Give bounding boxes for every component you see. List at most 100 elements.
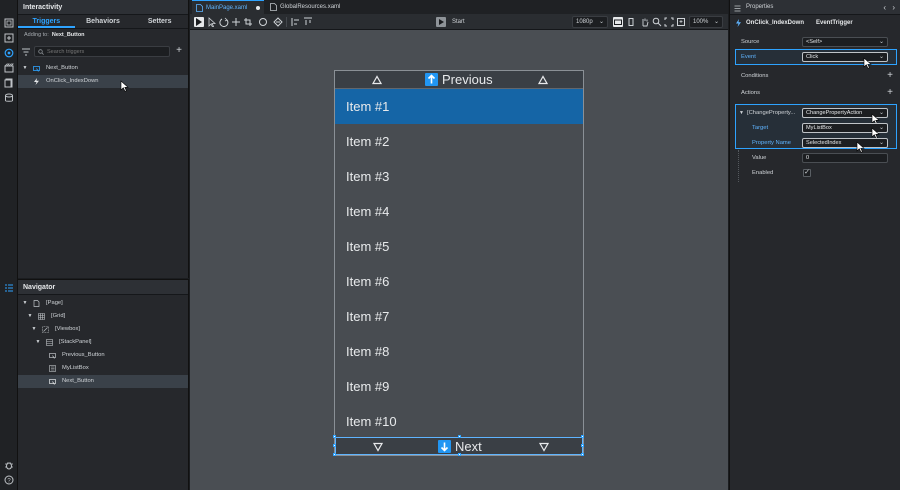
button-element-icon (49, 352, 56, 359)
align-top-icon[interactable] (303, 17, 313, 27)
add-trigger-button[interactable]: + (174, 45, 184, 57)
zoom-icon[interactable] (652, 17, 662, 27)
resize-handle[interactable] (333, 444, 336, 447)
trigger-tree-item[interactable]: ▼ Next_Button (18, 62, 188, 75)
fill-tool-icon[interactable] (273, 17, 283, 27)
resize-handle[interactable] (458, 435, 461, 438)
components-icon[interactable] (4, 33, 14, 43)
actions-label: Actions (741, 90, 761, 96)
property-name-label: Property Name (752, 140, 791, 146)
tab-setters[interactable]: Setters (131, 15, 188, 28)
search-icon (38, 49, 44, 55)
resize-handle[interactable] (458, 453, 461, 456)
property-name-dropdown[interactable]: SelectedIndex ⌄ (802, 138, 888, 148)
chevron-down-icon: ⌄ (878, 39, 884, 45)
nav-item-stackpanel[interactable]: ▼ [StackPanel] (18, 336, 188, 349)
triangle-up-icon (537, 75, 549, 85)
chevron-down-icon[interactable]: ▼ (35, 336, 41, 349)
search-input[interactable] (47, 48, 167, 56)
resize-handle[interactable] (581, 453, 584, 456)
nav-item-listbox[interactable]: MyListBox (18, 362, 188, 375)
nav-item-next-button[interactable]: Next_Button (18, 375, 188, 388)
list-item[interactable]: Item #4 (335, 194, 583, 229)
nav-item-grid[interactable]: ▼ [Grid] (18, 310, 188, 323)
nav-item-viewbox[interactable]: ▼ [Viewbox] (18, 323, 188, 336)
add-action-button[interactable]: + (887, 86, 893, 100)
previous-button[interactable]: Previous (335, 71, 583, 89)
list-item[interactable]: Item #10 (335, 404, 583, 439)
navigator-strip-icon[interactable] (4, 283, 14, 293)
resize-handle[interactable] (581, 435, 584, 438)
event-dropdown[interactable]: Click ⌄ (802, 52, 888, 62)
source-dropdown[interactable]: <Self> ⌄ (802, 37, 888, 47)
actual-size-icon[interactable] (676, 17, 686, 27)
filter-icon[interactable] (22, 48, 30, 56)
list-item[interactable]: Item #3 (335, 159, 583, 194)
zoom-dropdown[interactable]: 100% ⌄ (689, 16, 723, 28)
enabled-label: Enabled (752, 170, 774, 176)
list-item[interactable]: Item #1 (335, 89, 583, 124)
chevron-down-icon[interactable]: ▼ (31, 323, 37, 336)
enabled-checkbox[interactable]: ✓ (803, 169, 811, 177)
list-item[interactable]: Item #9 (335, 369, 583, 404)
chevron-down-icon[interactable]: ▼ (22, 62, 28, 75)
list-item[interactable]: Item #2 (335, 124, 583, 159)
source-label: Source (741, 39, 760, 45)
trigger-search-row: + (22, 45, 184, 58)
interactivity-icon[interactable] (4, 48, 14, 58)
portrait-icon[interactable] (626, 17, 636, 27)
animation-icon[interactable] (4, 63, 14, 73)
pan-hand-icon[interactable] (640, 17, 650, 27)
resources-icon[interactable] (4, 78, 14, 88)
bug-icon[interactable] (4, 460, 14, 470)
source-row: Source <Self> ⌄ (730, 35, 900, 49)
resize-handle[interactable] (333, 453, 336, 456)
data-icon[interactable] (4, 93, 14, 103)
chevron-down-icon[interactable]: ▼ (739, 106, 744, 120)
trigger-heading: OnClick_IndexDown EventTrigger (730, 16, 900, 30)
resolution-dropdown[interactable]: 1080p ⌄ (572, 16, 608, 28)
chevron-down-icon[interactable]: ▼ (22, 297, 28, 310)
nav-label: [Viewbox] (55, 326, 81, 332)
list-item[interactable]: Item #5 (335, 229, 583, 264)
trigger-tree-item-selected[interactable]: OnClick_IndexDown (18, 75, 188, 88)
landscape-icon[interactable] (613, 17, 623, 27)
chevron-down-icon[interactable]: ▼ (27, 310, 33, 323)
assets-icon[interactable] (4, 18, 14, 28)
start-button[interactable] (436, 17, 446, 27)
list-item[interactable]: Item #8 (335, 334, 583, 369)
next-button[interactable]: Next (333, 435, 584, 456)
select-tool-icon[interactable] (194, 17, 204, 27)
event-row: Event Click ⌄ (730, 50, 900, 64)
design-canvas[interactable]: Previous Item #1 Item #2 Item #3 Item #4… (333, 70, 584, 456)
list-item[interactable]: Item #6 (335, 264, 583, 299)
nav-label: [Page] (46, 300, 63, 306)
ellipse-tool-icon[interactable] (258, 17, 268, 27)
list-item[interactable]: Item #7 (335, 299, 583, 334)
chevron-right-icon[interactable]: › (892, 0, 895, 15)
help-icon[interactable]: ? (4, 475, 14, 485)
nav-item-previous-button[interactable]: Previous_Button (18, 349, 188, 362)
property-name-value: SelectedIndex (806, 140, 842, 146)
properties-icon (734, 4, 741, 12)
rotate-tool-icon[interactable] (219, 17, 229, 27)
resize-handle[interactable] (581, 444, 584, 447)
resize-handle[interactable] (333, 435, 336, 438)
nav-item-page[interactable]: ▼ [Page] (18, 297, 188, 310)
value-text: 0 (806, 155, 810, 161)
tab-globalresources[interactable]: GlobalResources.xaml (266, 0, 356, 14)
fit-screen-icon[interactable] (664, 17, 674, 27)
value-input[interactable]: 0 (802, 153, 888, 163)
move-tool-icon[interactable] (231, 17, 241, 27)
listbox-icon (49, 365, 56, 372)
tab-behaviors[interactable]: Behaviors (75, 15, 132, 28)
align-left-icon[interactable] (291, 17, 301, 27)
crop-tool-icon[interactable] (243, 17, 253, 27)
tab-triggers[interactable]: Triggers (18, 15, 75, 28)
add-condition-button[interactable]: + (887, 69, 893, 83)
target-value: MyListBox (806, 125, 832, 131)
chevron-left-icon[interactable]: ‹ (883, 0, 886, 15)
tab-mainpage[interactable]: MainPage.xaml (192, 0, 264, 14)
search-box[interactable] (34, 46, 170, 57)
direct-select-icon[interactable] (207, 17, 217, 27)
